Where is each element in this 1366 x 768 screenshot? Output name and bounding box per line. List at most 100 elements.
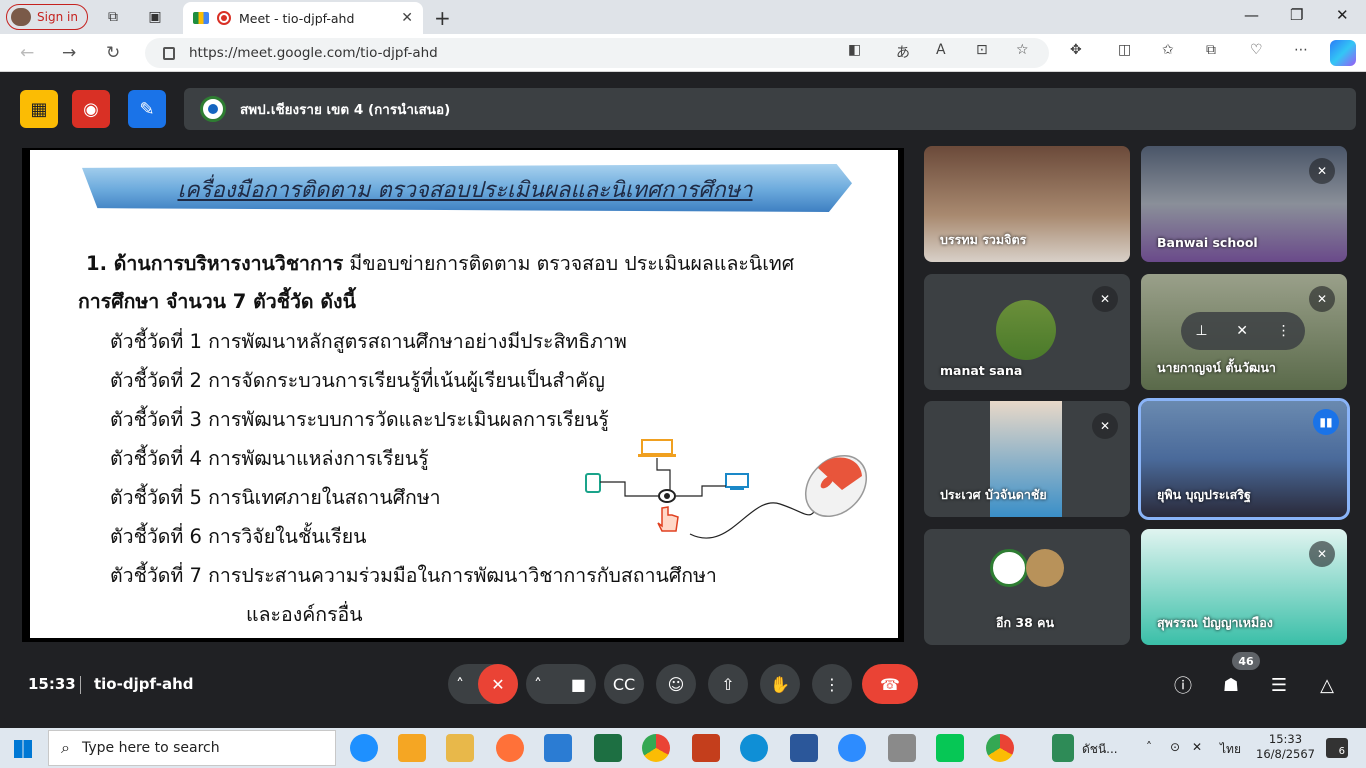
taskbar-search[interactable]: ⌕ Type here to search	[48, 730, 336, 766]
chevron-up-icon[interactable]: ˄	[1146, 740, 1152, 754]
activities-icon[interactable]: △	[1314, 672, 1340, 698]
participant-tile[interactable]: บรรทม รวมจิตร	[924, 146, 1130, 262]
chat-icon[interactable]: ☰	[1266, 672, 1292, 698]
windows-taskbar: ⌕ Type here to search ดัชนี... ˄ ⊙ ✕ ไทย…	[0, 728, 1366, 768]
host-controls-icon[interactable]: ▦	[20, 90, 58, 128]
divider	[80, 676, 81, 694]
new-tab-icon[interactable]: +	[434, 6, 451, 30]
recording-button[interactable]: ◉	[72, 90, 110, 128]
camera-icon[interactable]: ■	[571, 675, 586, 694]
present-screen-icon[interactable]: ⇧	[708, 664, 748, 704]
zoom-icon[interactable]	[838, 734, 866, 762]
slide-heading: 1. ด้านการบริหารงานวิชาการ มีขอบข่ายการต…	[86, 248, 794, 279]
people-icon[interactable]: ☗	[1218, 672, 1244, 698]
pin-icon[interactable]: ⊥	[1195, 323, 1207, 339]
network-icon[interactable]: ⊙	[1170, 740, 1180, 754]
participant-tile[interactable]: ✕ ประเวศ บัวจันดาชัย	[924, 401, 1130, 517]
avatar	[996, 300, 1056, 360]
powerpoint-icon[interactable]	[692, 734, 720, 762]
lock-icon	[163, 46, 175, 60]
close-tab-icon[interactable]: ✕	[401, 10, 413, 26]
camera-control[interactable]: ˄ ■	[526, 664, 596, 704]
more-menu-icon[interactable]: ⋯	[1294, 42, 1308, 58]
recording-icon	[217, 11, 231, 25]
line-icon[interactable]	[936, 734, 964, 762]
close-window-icon[interactable]: ✕	[1336, 6, 1349, 24]
raise-hand-icon[interactable]: ✋	[760, 664, 800, 704]
mute-participant-icon[interactable]: ✕	[1236, 323, 1248, 339]
excel-icon[interactable]	[594, 734, 622, 762]
mic-control[interactable]: ˄ ✕	[448, 664, 518, 704]
windows-start-icon[interactable]	[14, 740, 32, 758]
tab-meet[interactable]: Meet - tio-djpf-ahd ✕	[183, 2, 423, 34]
input-language[interactable]: ไทย	[1220, 740, 1241, 759]
calculator-icon[interactable]	[888, 734, 916, 762]
browser-essentials-icon[interactable]: ♡	[1250, 42, 1263, 58]
more-options-icon[interactable]: ⋮	[812, 664, 852, 704]
mic-muted-icon: ✕	[1092, 413, 1118, 439]
whiteboard-icon[interactable]: ✎	[128, 90, 166, 128]
chrome-icon[interactable]	[642, 734, 670, 762]
meeting-code: tio-djpf-ahd	[94, 675, 194, 693]
edge-icon[interactable]	[740, 734, 768, 762]
leave-call-button[interactable]: ☎	[862, 664, 918, 704]
mic-off-button[interactable]: ✕	[478, 664, 518, 704]
minimize-icon[interactable]: —	[1244, 6, 1259, 24]
read-aloud-icon[interactable]: A	[936, 42, 946, 58]
store-icon[interactable]	[398, 734, 426, 762]
chevron-up-icon[interactable]: ˄	[534, 675, 542, 694]
participant-name: สุพรรณ ปัญญาเหมือง	[1157, 615, 1273, 630]
participant-tile[interactable]: ✕ manat sana	[924, 274, 1130, 390]
split-screen-icon[interactable]: ◫	[1118, 42, 1131, 58]
meet-window: ▦ ◉ ✎ สพป.เชียงราย เขต 4 (การนำเสนอ) เคร…	[4, 72, 1362, 725]
mail-icon[interactable]	[544, 734, 572, 762]
chevron-up-icon[interactable]: ˄	[456, 675, 464, 694]
url-field[interactable]: https://meet.google.com/tio-djpf-ahd	[145, 38, 1049, 68]
copilot-icon[interactable]	[1330, 40, 1356, 66]
volume-muted-icon[interactable]: ✕	[1192, 740, 1202, 754]
notifications-icon[interactable]: 6	[1326, 738, 1348, 758]
sign-in-button[interactable]: Sign in	[6, 4, 88, 30]
firefox-icon[interactable]	[496, 734, 524, 762]
tab-actions-icon[interactable]: ▣	[146, 8, 164, 26]
ie-icon[interactable]	[350, 734, 378, 762]
word-icon[interactable]	[790, 734, 818, 762]
meeting-clock: 15:33	[28, 675, 76, 693]
emoji-reactions-icon[interactable]: ☺	[656, 664, 696, 704]
app-available-icon[interactable]: ⊡	[976, 42, 988, 58]
file-explorer-icon[interactable]	[446, 734, 474, 762]
favorite-star-icon[interactable]: ☆	[1016, 42, 1029, 58]
notification-count: 6	[1338, 746, 1345, 757]
restore-icon[interactable]: ❐	[1290, 6, 1303, 24]
forward-icon[interactable]: →	[62, 43, 76, 63]
favorites-icon[interactable]: ✩	[1162, 42, 1174, 58]
slide-heading-line2: การศึกษา จำนวน 7 ตัวชี้วัด ดังนี้	[78, 290, 356, 313]
participant-tile[interactable]: ✕ Banwai school	[1141, 146, 1347, 262]
participant-name: Banwai school	[1157, 235, 1258, 250]
presenter-logo-icon	[200, 96, 226, 122]
reload-icon[interactable]: ↻	[106, 43, 120, 63]
captions-button[interactable]: CC	[604, 664, 644, 704]
others-tile[interactable]: อีก 38 คน	[924, 529, 1130, 645]
widget-label[interactable]: ดัชนี...	[1082, 740, 1118, 759]
clock-date[interactable]: 15:33 16/8/2567	[1256, 732, 1315, 762]
participant-tile[interactable]: ✕ สุพรรณ ปัญญาเหมือง	[1141, 529, 1347, 645]
chrome-profile-icon[interactable]	[986, 734, 1014, 762]
more-options-icon[interactable]: ⋮	[1277, 323, 1291, 339]
collections-icon[interactable]: ⧉	[1206, 42, 1216, 58]
indicator-4: ตัวชี้วัดที่ 4 การพัฒนาแหล่งการเรียนรู้	[110, 447, 429, 470]
workspaces-icon[interactable]: ⧉	[104, 8, 122, 26]
participant-tile-speaking[interactable]: ▮▮ ยุพิน บุญประเสริฐ	[1138, 398, 1350, 520]
tile-hover-controls: ⊥ ✕ ⋮	[1181, 312, 1305, 350]
extensions-icon[interactable]: ✥	[1070, 42, 1082, 58]
participant-name: บรรทม รวมจิตร	[940, 232, 1027, 247]
search-placeholder: Type here to search	[81, 740, 220, 756]
camera-in-use-icon[interactable]: ◧	[848, 42, 861, 58]
translate-icon[interactable]: あ	[896, 42, 910, 62]
back-icon[interactable]: ←	[20, 43, 34, 63]
slide-heading-bold: 1. ด้านการบริหารงานวิชาการ	[86, 252, 344, 275]
meeting-details-icon[interactable]: ⓘ	[1170, 672, 1196, 698]
participant-tile[interactable]: ✕ ⊥ ✕ ⋮ นายกาญจน์ ตั้นวัฒนา	[1141, 274, 1347, 390]
presentation-banner: สพป.เชียงราย เขต 4 (การนำเสนอ)	[184, 88, 1356, 130]
stock-widget-icon[interactable]	[1052, 734, 1074, 762]
